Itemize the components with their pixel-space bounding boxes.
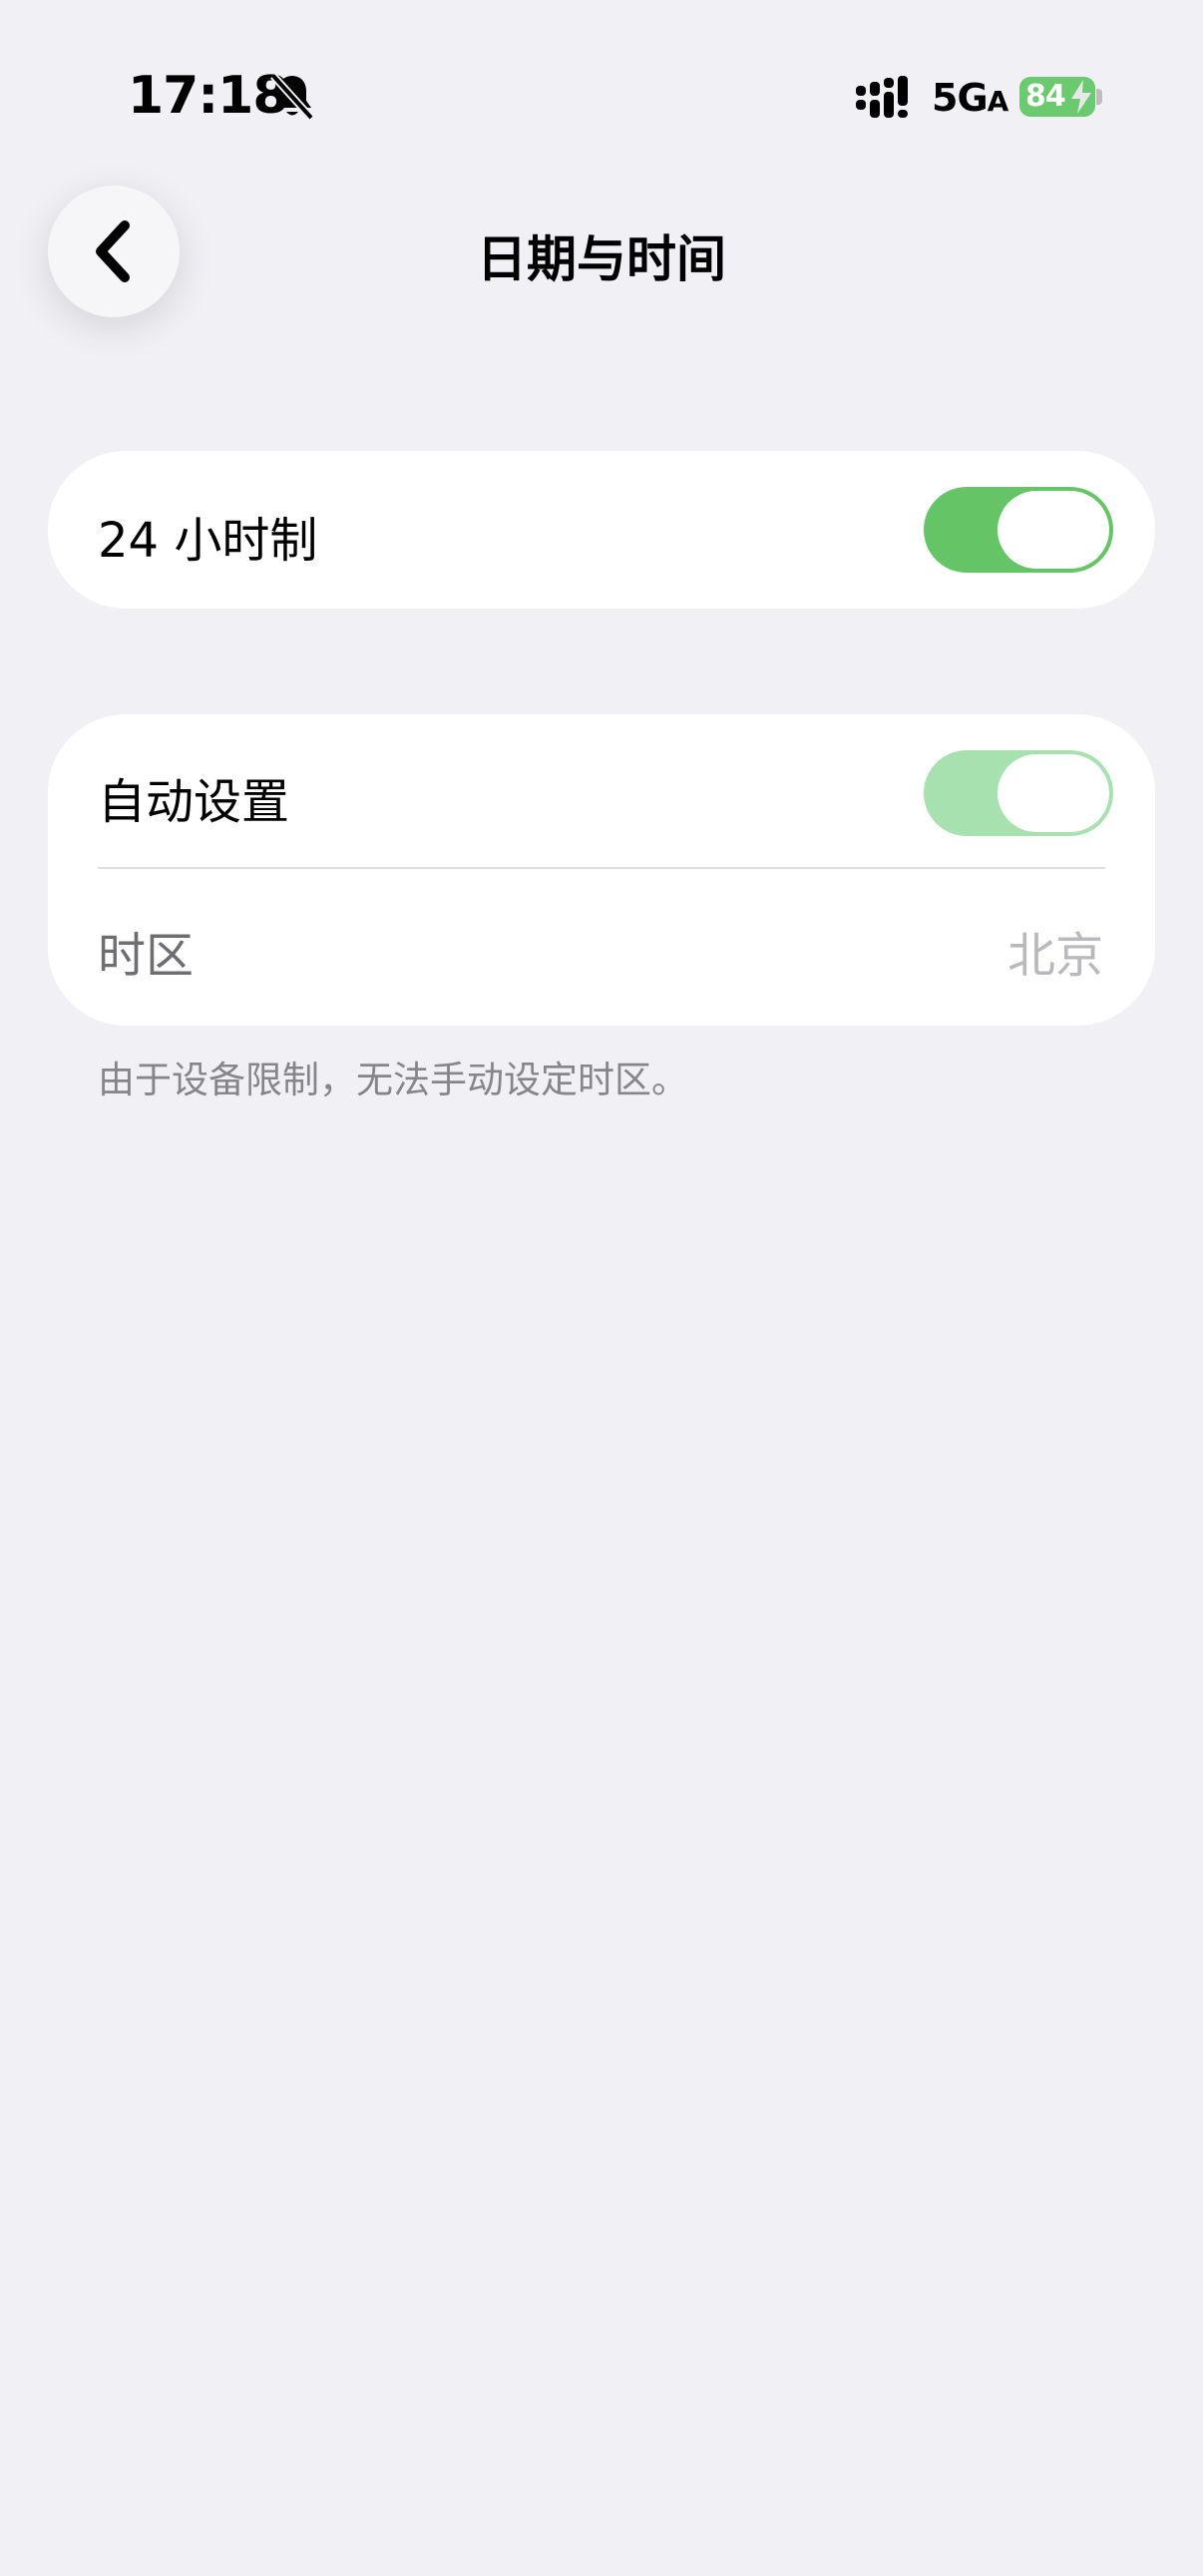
- auto-time-card: 自动设置 时区 北京: [48, 714, 1155, 1026]
- page-title: 日期与时间: [477, 230, 726, 288]
- toggle-knob: [998, 754, 1109, 832]
- hour24-toggle[interactable]: [924, 487, 1113, 573]
- battery-cap: [1096, 89, 1102, 105]
- auto-set-toggle[interactable]: [924, 750, 1113, 836]
- auto-set-label: 自动设置: [98, 774, 290, 830]
- toggle-knob: [998, 491, 1109, 569]
- charging-bolt-icon: [1071, 80, 1091, 114]
- signal-icon: [856, 76, 908, 118]
- hour24-label: 24 小时制: [98, 513, 318, 569]
- timezone-footnote: 由于设备限制，无法手动设定时区。: [98, 1059, 688, 1101]
- network-type: 5GA: [932, 76, 1008, 120]
- status-time: 17:18: [128, 66, 289, 126]
- bell-muted-icon: [270, 73, 314, 121]
- divider: [98, 867, 1105, 869]
- timezone-value[interactable]: 北京: [1007, 916, 1103, 986]
- hour24-card: 24 小时制: [48, 451, 1155, 609]
- timezone-label: 时区: [98, 928, 195, 984]
